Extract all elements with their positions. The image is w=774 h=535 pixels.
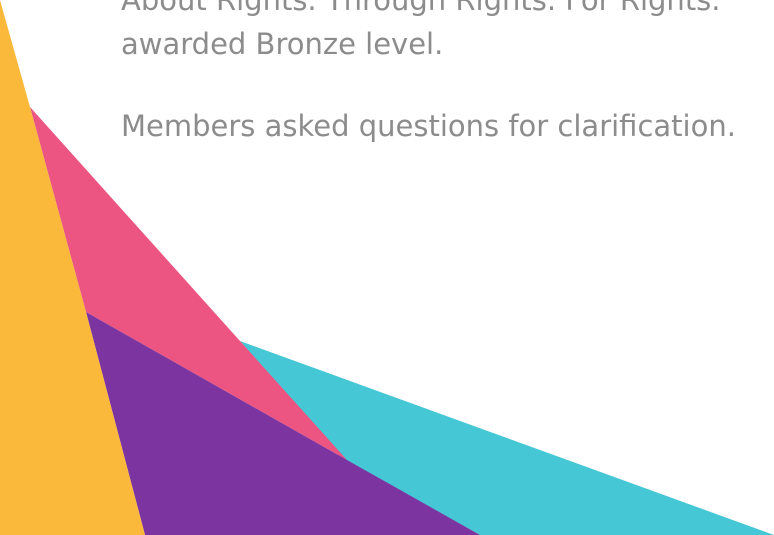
paragraph-questions: Members asked questions for clarificatio… — [121, 104, 774, 148]
text-line-questions: Members asked questions for clarificatio… — [121, 109, 736, 143]
body-text: About Rights. Through Rights. For Rights… — [121, 0, 774, 148]
text-line-rights: About Rights. Through Rights. For Rights… — [121, 0, 721, 17]
text-line-bronze: awarded Bronze level. — [121, 27, 444, 61]
document-page: About Rights. Through Rights. For Rights… — [0, 0, 774, 535]
paragraph-rights-level: About Rights. Through Rights. For Rights… — [121, 0, 774, 66]
